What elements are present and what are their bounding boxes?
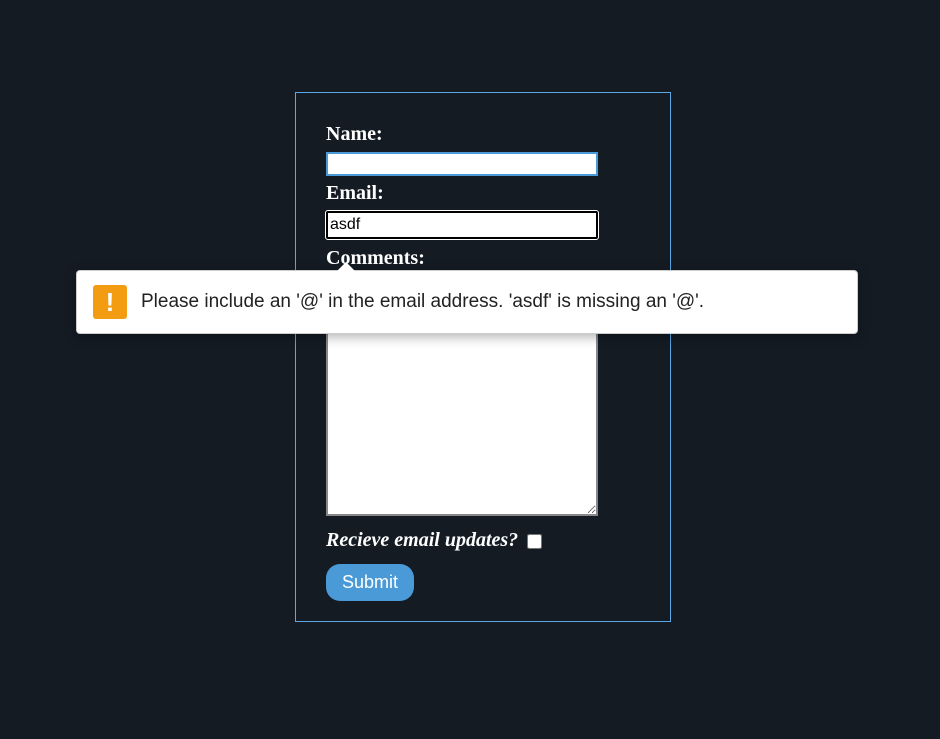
name-label: Name: (326, 123, 640, 146)
email-updates-row: Recieve email updates? (326, 529, 640, 552)
email-updates-checkbox[interactable] (527, 534, 542, 549)
email-input[interactable] (326, 211, 598, 239)
contact-form: Name: Email: Comments: Recieve email upd… (295, 92, 671, 622)
name-input[interactable] (326, 152, 598, 176)
name-field: Name: (326, 123, 640, 176)
validation-tooltip: ! Please include an '@' in the email add… (76, 270, 858, 334)
warning-icon: ! (93, 285, 127, 319)
submit-button[interactable]: Submit (326, 564, 414, 601)
email-label: Email: (326, 182, 640, 205)
comments-label: Comments: (326, 247, 640, 270)
validation-message: Please include an '@' in the email addre… (141, 291, 704, 313)
email-field: Email: (326, 182, 640, 239)
email-updates-label: Recieve email updates? (326, 529, 518, 551)
